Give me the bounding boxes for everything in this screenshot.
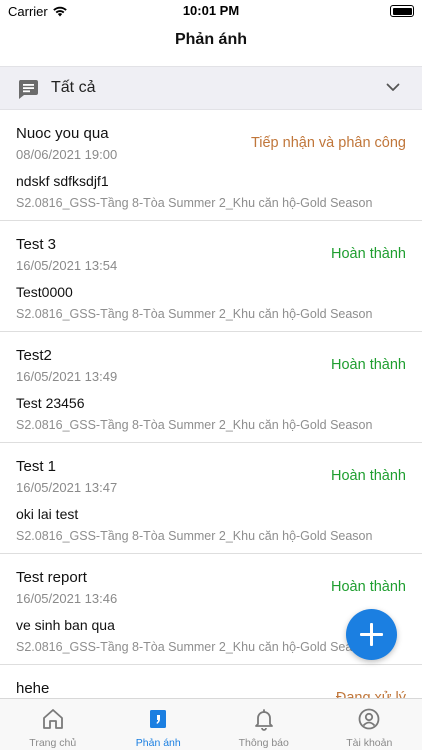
- item-content: Test 23456: [16, 395, 85, 411]
- list-item[interactable]: Test 1 16/05/2021 13:47 Hoàn thành oki l…: [0, 443, 422, 554]
- item-status: Hoàn thành: [331, 468, 406, 484]
- feedback-list: Nuoc you qua 08/06/2021 19:00 Tiếp nhận …: [0, 110, 422, 698]
- item-location: S2.0816_GSS-Tầng 8-Tòa Summer 2_Khu căn …: [16, 640, 373, 654]
- item-content: oki lai test: [16, 506, 79, 522]
- account-icon: [358, 708, 380, 730]
- tab-bar: Trang chủ Phản ánh Thông báo Tài khoản: [0, 698, 422, 750]
- status-bar: Carrier 10:01 PM: [0, 0, 422, 24]
- item-date: 16/05/2021 13:47: [16, 480, 118, 495]
- item-status: Tiếp nhận và phân công: [250, 135, 406, 151]
- item-title: Test report: [16, 569, 87, 586]
- item-status: Đang xử lý: [335, 690, 406, 698]
- bell-icon: [254, 709, 273, 731]
- tab-label: Trang chủ: [29, 737, 77, 749]
- item-content: Test0000: [16, 284, 73, 300]
- battery-icon: [390, 5, 414, 17]
- tab-label: Thông báo: [238, 737, 289, 749]
- list-item[interactable]: Test2 16/05/2021 13:49 Hoàn thành Test 2…: [0, 332, 422, 443]
- comment-icon: [18, 80, 38, 99]
- item-location: S2.0816_GSS-Tầng 8-Tòa Summer 2_Khu căn …: [16, 418, 373, 432]
- tab-label: Tài khoản: [346, 737, 393, 749]
- page-title: Phản ánh: [174, 31, 247, 48]
- item-date: 16/05/2021 13:46: [16, 591, 118, 606]
- filter-dropdown[interactable]: Tất cả: [0, 66, 422, 110]
- tab-home[interactable]: Trang chủ: [0, 699, 106, 750]
- feedback-icon: [150, 710, 167, 728]
- status-time: 10:01 PM: [182, 3, 240, 18]
- item-title: Test 3: [16, 236, 57, 253]
- add-feedback-button[interactable]: [346, 609, 397, 660]
- item-title: Nuoc you qua: [16, 125, 109, 142]
- home-icon: [42, 709, 63, 729]
- item-title: Test2: [16, 347, 52, 364]
- item-location: S2.0816_GSS-Tầng 8-Tòa Summer 2_Khu căn …: [16, 307, 373, 321]
- item-date: 08/06/2021 19:00: [16, 147, 118, 162]
- tab-notifications[interactable]: Thông báo: [211, 699, 317, 750]
- item-status: Hoàn thành: [331, 357, 406, 373]
- item-status: Hoàn thành: [331, 246, 406, 262]
- list-item[interactable]: Test 3 16/05/2021 13:54 Hoàn thành Test0…: [0, 221, 422, 332]
- tab-account[interactable]: Tài khoản: [317, 699, 422, 750]
- plus-icon: [360, 623, 383, 646]
- list-item[interactable]: Nuoc you qua 08/06/2021 19:00 Tiếp nhận …: [0, 110, 422, 221]
- item-location: S2.0816_GSS-Tầng 8-Tòa Summer 2_Khu căn …: [16, 529, 373, 543]
- item-title: hehe: [16, 680, 50, 697]
- tab-label: Phản ánh: [135, 737, 181, 749]
- item-content: ndskf sdfksdjf1: [16, 173, 109, 189]
- item-date: 16/05/2021 13:54: [16, 258, 118, 273]
- filter-label: Tất cả: [51, 79, 96, 96]
- item-content: ve sinh ban qua: [16, 617, 115, 633]
- item-date: 16/05/2021 13:49: [16, 369, 118, 384]
- item-status: Hoàn thành: [331, 579, 406, 595]
- list-item[interactable]: hehe Đang xử lý: [0, 665, 422, 698]
- item-title: Test 1: [16, 458, 57, 475]
- chevron-down-icon: [386, 83, 400, 91]
- item-location: S2.0816_GSS-Tầng 8-Tòa Summer 2_Khu căn …: [16, 196, 373, 210]
- tab-feedback[interactable]: Phản ánh: [106, 699, 212, 750]
